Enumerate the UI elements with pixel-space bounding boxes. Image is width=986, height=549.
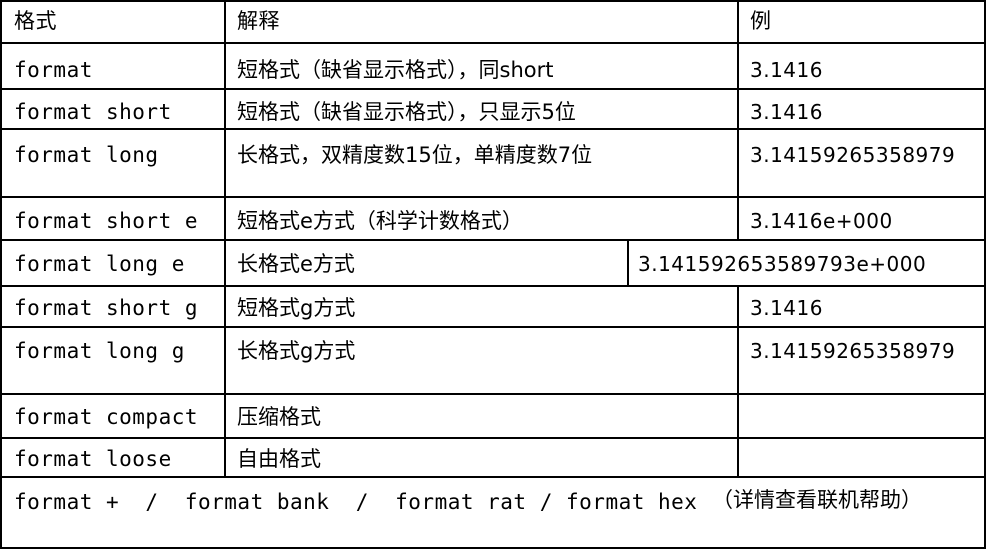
row-format-cell: format long	[14, 143, 159, 167]
column-divider	[627, 239, 629, 285]
row-divider	[2, 437, 984, 439]
column-divider	[737, 285, 739, 476]
row-explanation-cell: 短格式（缺省显示格式），同short	[237, 58, 554, 82]
row-divider	[2, 326, 984, 328]
column-divider	[737, 2, 739, 239]
row-explanation-cell: 短格式g方式	[237, 296, 356, 320]
row-format-cell: format short g	[14, 296, 199, 320]
row-format-cell: format loose	[14, 447, 172, 471]
row-example-cell: 3.141592653589793e+000	[638, 252, 927, 276]
header-format: 格式	[14, 9, 57, 33]
row-divider	[2, 196, 984, 198]
header-example: 例	[750, 9, 772, 33]
row-format-cell: format compact	[14, 405, 199, 429]
row-format-cell: format long e	[14, 252, 185, 276]
row-explanation-cell: 长格式，双精度数15位，单精度数7位	[237, 143, 593, 167]
row-example-cell: 3.1416	[750, 58, 823, 82]
row-example-cell: 3.14159265358979	[750, 143, 956, 167]
row-explanation-cell: 压缩格式	[237, 405, 321, 429]
row-format-cell: format short e	[14, 209, 199, 233]
row-explanation-cell: 自由格式	[237, 447, 321, 471]
row-divider	[2, 393, 984, 395]
row-explanation-cell: 短格式（缺省显示格式），只显示5位	[237, 100, 576, 124]
row-format-cell: format long g	[14, 339, 185, 363]
header-explanation: 解释	[237, 9, 280, 33]
row-divider	[2, 476, 984, 478]
footer-formats: format + / format bank / format rat / fo…	[14, 490, 698, 514]
row-explanation-cell: 长格式e方式	[237, 252, 355, 276]
row-example-cell: 3.1416	[750, 296, 823, 320]
row-example-cell: 3.1416e+000	[750, 209, 893, 233]
footer-note: （详情查看联机帮助）	[712, 488, 922, 512]
row-example-cell: 3.1416	[750, 100, 823, 124]
format-table: 格式 解释 例 format 短格式（缺省显示格式），同short 3.1416…	[0, 0, 986, 549]
row-explanation-cell: 长格式g方式	[237, 339, 356, 363]
row-format-cell: format	[14, 58, 93, 82]
row-divider	[2, 88, 984, 90]
row-divider	[2, 239, 984, 241]
row-explanation-cell: 短格式e方式（科学计数格式）	[237, 209, 523, 233]
column-divider	[224, 2, 226, 476]
row-divider	[2, 42, 984, 44]
row-divider	[2, 285, 984, 287]
row-example-cell: 3.14159265358979	[750, 339, 956, 363]
row-format-cell: format short	[14, 100, 172, 124]
row-divider	[2, 128, 984, 130]
